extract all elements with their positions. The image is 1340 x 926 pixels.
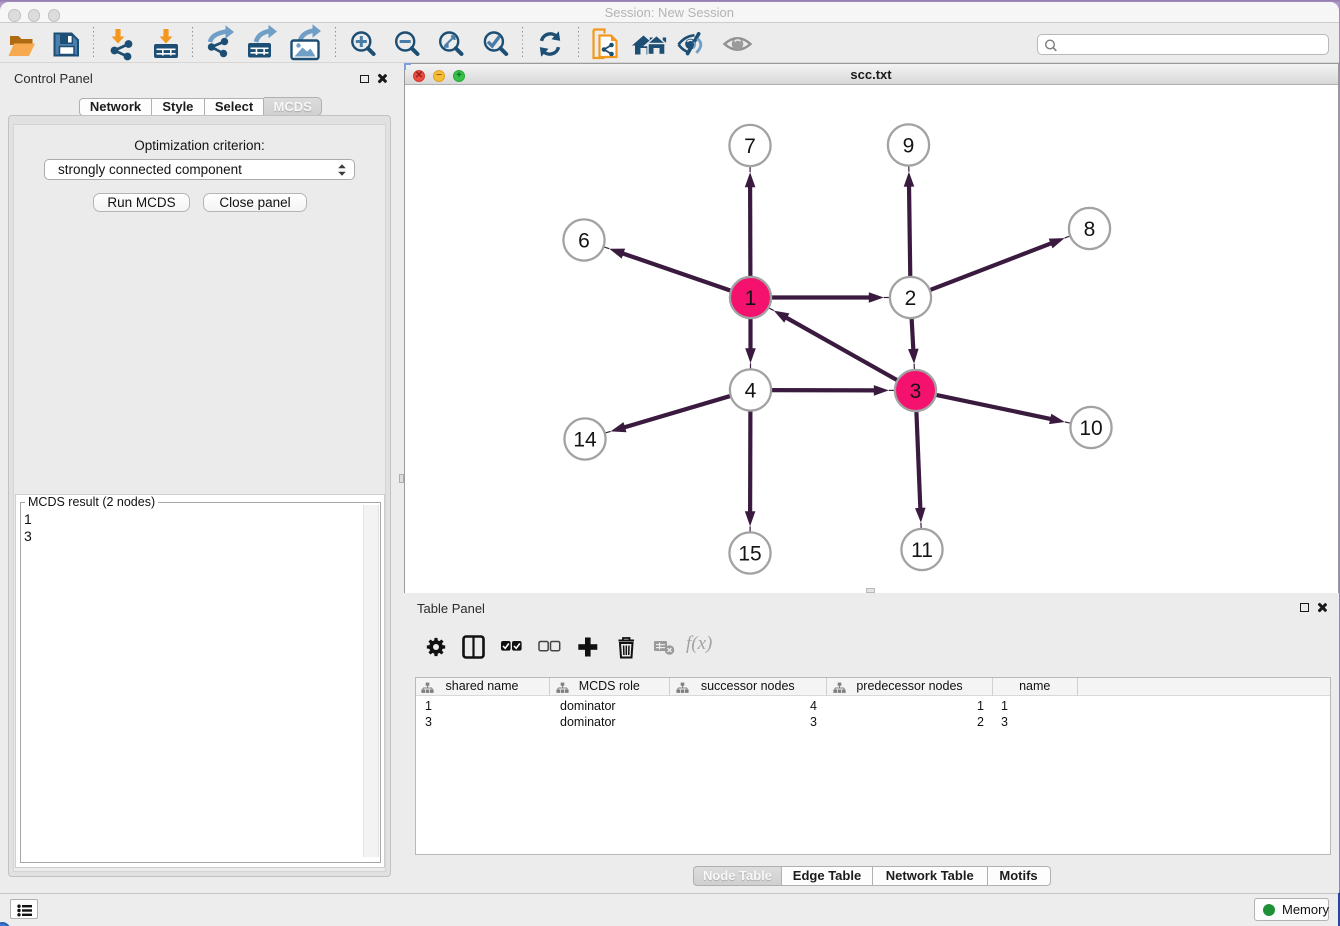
svg-text:7: 7 <box>744 135 756 158</box>
svg-text:10: 10 <box>1079 417 1102 440</box>
svg-text:2: 2 <box>905 287 917 310</box>
svg-text:11: 11 <box>911 539 933 562</box>
svg-text:3: 3 <box>910 380 922 403</box>
svg-text:15: 15 <box>738 543 761 566</box>
svg-text:6: 6 <box>578 230 590 253</box>
svg-text:8: 8 <box>1084 218 1096 241</box>
svg-text:9: 9 <box>903 135 915 158</box>
svg-text:14: 14 <box>573 429 597 452</box>
svg-text:4: 4 <box>745 380 757 403</box>
svg-text:1: 1 <box>745 287 757 310</box>
